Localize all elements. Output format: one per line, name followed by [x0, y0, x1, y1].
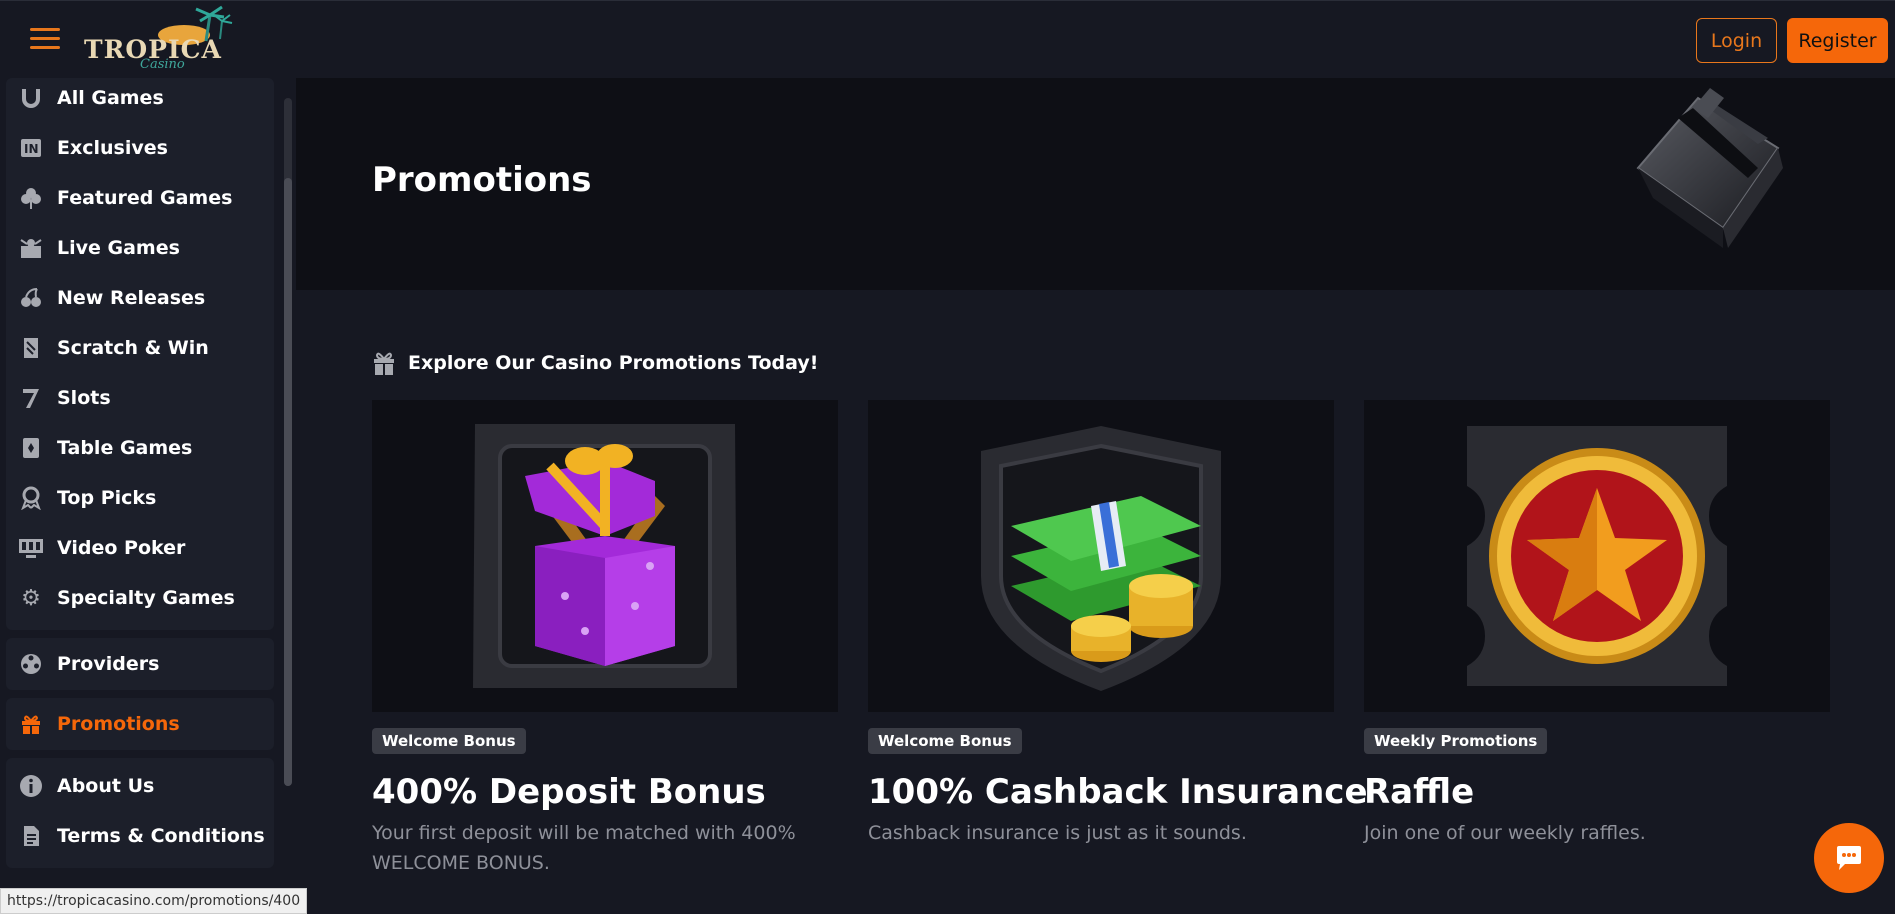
sidebar-info-group: About Us Terms & Conditions — [6, 758, 274, 868]
gift-box-open-icon — [473, 424, 737, 688]
svg-text:IN: IN — [24, 142, 39, 156]
promo-title[interactable]: 100% Cashback Insurance — [868, 772, 1368, 812]
sidebar-item-terms[interactable]: Terms & Conditions — [18, 816, 268, 856]
sidebar-item-providers[interactable]: Providers — [18, 644, 268, 684]
sidebar-item-label: Providers — [57, 653, 160, 675]
promo-tag: Welcome Bonus — [372, 728, 526, 754]
explore-heading-text: Explore Our Casino Promotions Today! — [408, 352, 819, 374]
sidebar-item-label: Terms & Conditions — [57, 825, 265, 847]
reel-icon — [18, 651, 44, 677]
promo-description: Join one of our weekly raffles. — [1364, 822, 1646, 844]
sidebar-item-slots[interactable]: Slots — [18, 378, 268, 418]
sidebar: All Games IN Exclusives Featured Games L… — [0, 78, 292, 914]
promo-tag: Welcome Bonus — [868, 728, 1022, 754]
sidebar-item-label: About Us — [57, 775, 155, 797]
sidebar-item-label: All Games — [57, 87, 164, 109]
in-icon: IN — [18, 135, 44, 161]
horseshoe-icon — [18, 85, 44, 111]
sidebar-item-all-games[interactable]: All Games — [18, 78, 268, 118]
promo-card-image[interactable] — [372, 400, 838, 712]
sidebar-item-promotions[interactable]: Promotions — [18, 704, 268, 744]
sidebar-scrollbar-thumb[interactable] — [284, 178, 292, 786]
seven-icon — [18, 385, 44, 411]
sidebar-item-label: Exclusives — [57, 137, 168, 159]
monitor-icon — [18, 535, 44, 561]
sidebar-promotions-group: Promotions — [6, 698, 274, 750]
sidebar-item-label: Promotions — [57, 713, 180, 735]
sidebar-item-live-games[interactable]: Live Games — [18, 228, 268, 268]
sidebar-item-label: Table Games — [57, 437, 193, 459]
clover-icon — [18, 185, 44, 211]
gear-icon: ⚙ — [21, 585, 41, 611]
sidebar-item-label: Top Picks — [57, 487, 157, 509]
promo-card-image[interactable] — [1364, 400, 1830, 712]
sidebar-item-specialty-games[interactable]: ⚙ Specialty Games — [18, 578, 268, 618]
sidebar-providers-group: Providers — [6, 638, 274, 690]
browser-status-url: https://tropicacasino.com/promotions/400 — [0, 888, 308, 914]
promo-title[interactable]: Raffle — [1364, 772, 1474, 812]
sidebar-item-exclusives[interactable]: IN Exclusives — [18, 128, 268, 168]
gift-icon — [18, 711, 44, 737]
promo-title[interactable]: 400% Deposit Bonus — [372, 772, 766, 812]
gift-icon — [372, 350, 396, 376]
sidebar-item-scratch-win[interactable]: Scratch & Win — [18, 328, 268, 368]
chat-bubble-icon — [1837, 846, 1861, 870]
sidebar-item-top-picks[interactable]: Top Picks — [18, 478, 268, 518]
register-button[interactable]: Register — [1787, 18, 1888, 63]
ticket-icon — [18, 335, 44, 361]
explore-heading: Explore Our Casino Promotions Today! — [372, 350, 818, 376]
document-icon — [18, 823, 44, 849]
gift-box-icon — [1636, 88, 1783, 248]
top-header: TROPICA Casino Login Register — [0, 0, 1895, 78]
sidebar-item-featured-games[interactable]: Featured Games — [18, 178, 268, 218]
sidebar-games-group: All Games IN Exclusives Featured Games L… — [6, 78, 274, 630]
cherry-icon — [18, 285, 44, 311]
sidebar-item-label: Live Games — [57, 237, 180, 259]
sidebar-item-label: Scratch & Win — [57, 337, 209, 359]
logo-subtitle: Casino — [140, 57, 185, 72]
promotions-banner: Promotions — [296, 78, 1895, 290]
live-chat-button[interactable] — [1814, 823, 1884, 893]
info-icon — [18, 773, 44, 799]
dealer-icon — [18, 235, 44, 261]
hamburger-menu-icon[interactable] — [30, 28, 60, 50]
promo-tag: Weekly Promotions — [1364, 728, 1548, 754]
sidebar-item-label: Featured Games — [57, 187, 233, 209]
sidebar-item-new-releases[interactable]: New Releases — [18, 278, 268, 318]
sidebar-item-video-poker[interactable]: Video Poker — [18, 528, 268, 568]
card-icon — [18, 435, 44, 461]
sidebar-item-label: Slots — [57, 387, 111, 409]
sidebar-item-label: Video Poker — [57, 537, 186, 559]
promo-description: Your first deposit will be matched with … — [372, 822, 796, 874]
promo-card-image[interactable] — [868, 400, 1334, 712]
sidebar-item-about-us[interactable]: About Us — [18, 766, 268, 806]
sidebar-item-label: Specialty Games — [57, 587, 235, 609]
login-button[interactable]: Login — [1696, 18, 1777, 63]
sidebar-item-table-games[interactable]: Table Games — [18, 428, 268, 468]
promo-description: Cashback insurance is just as it sounds. — [868, 822, 1247, 844]
money-shield-icon — [981, 426, 1221, 691]
sidebar-item-label: New Releases — [57, 287, 206, 309]
tropica-logo[interactable]: TROPICA Casino — [84, 5, 233, 73]
award-icon — [18, 485, 44, 511]
page-title: Promotions — [372, 160, 592, 200]
raffle-ticket-icon — [1467, 426, 1727, 686]
